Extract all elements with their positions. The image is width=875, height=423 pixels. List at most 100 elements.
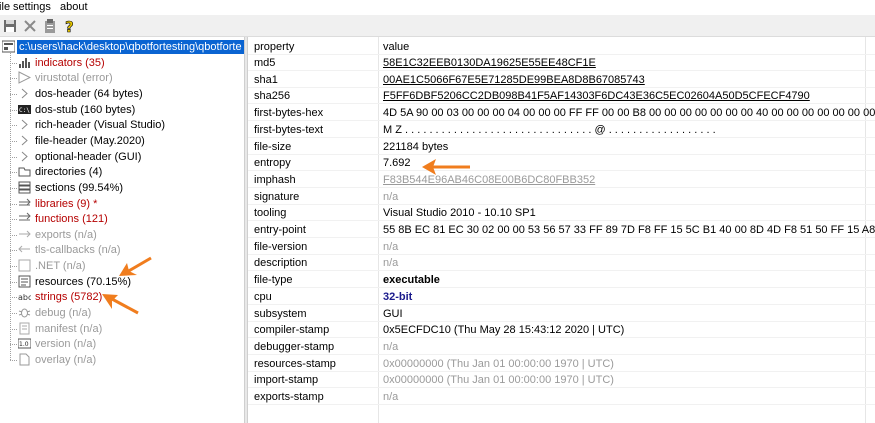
table-row[interactable]: entropy 7.692 <box>248 155 875 172</box>
table-row[interactable]: description n/a <box>248 255 875 272</box>
menu-bar: file settings about <box>0 0 875 15</box>
column-header-value[interactable]: value <box>383 41 409 53</box>
property-value: 4D 5A 90 00 03 00 00 00 04 00 00 00 FF F… <box>383 107 875 120</box>
table-row[interactable]: subsystem GUI <box>248 306 875 322</box>
property-value: F5FF6DBF5206CC2DB098B41F5AF14303F6DC43E3… <box>383 90 810 103</box>
property-value: n/a <box>383 391 399 403</box>
console-icon: C:\ <box>18 103 31 116</box>
column-header-property[interactable]: property <box>254 41 294 53</box>
property-value: n/a <box>383 240 399 253</box>
tree-item-label: c:\users\hack\desktop\qbotfortesting\qbo… <box>17 40 244 54</box>
table-row[interactable]: file-version n/a <box>248 239 875 255</box>
property-name: import-stamp <box>254 374 319 387</box>
tree-panel: c:\users\hack\desktop\qbotfortesting\qbo… <box>0 37 244 423</box>
property-value: 221184 bytes <box>383 140 449 153</box>
table-row[interactable]: compiler-stamp 0x5ECFDC10 (Thu May 28 15:… <box>248 322 875 339</box>
tree-item-label: functions (121) <box>35 213 108 226</box>
svg-text:C:\: C:\ <box>19 107 30 114</box>
tree-item-label: sections (99.54%) <box>35 181 124 194</box>
property-name: first-bytes-hex <box>254 107 324 120</box>
tree-item-label: dos-header (64 bytes) <box>35 87 143 100</box>
table-row[interactable]: import-stamp 0x00000000 (Thu Jan 01 00:00… <box>248 372 875 389</box>
menu-settings[interactable]: settings <box>13 1 51 13</box>
library-icon <box>18 197 31 210</box>
property-name: resources-stamp <box>254 357 336 370</box>
property-value: Visual Studio 2010 - 10.10 SP1 <box>383 207 536 220</box>
property-name: imphash <box>254 173 296 186</box>
table-row[interactable]: resources-stamp 0x00000000 (Thu Jan 01 00… <box>248 356 875 372</box>
table-row[interactable]: md5 58E1C32EEB0130DA19625E55EE48CF1E <box>248 55 875 71</box>
property-value: 0x5ECFDC10 (Thu May 28 15:43:12 2020 | U… <box>383 324 625 337</box>
export-icon <box>18 228 31 241</box>
property-name: entropy <box>254 157 291 170</box>
function-icon <box>18 212 31 225</box>
tree-item-label: strings (5782) <box>35 291 103 304</box>
property-name: cpu <box>254 290 272 303</box>
debug-icon <box>18 306 31 319</box>
arrow-icon <box>18 87 31 100</box>
property-value: GUI <box>383 307 403 320</box>
arrow-icon <box>18 134 31 147</box>
tree-item-label: indicators (35) <box>35 56 105 69</box>
table-row[interactable]: entry-point 55 8B EC 81 EC 30 02 00 00 53… <box>248 222 875 238</box>
tree-item-label: dos-stub (160 bytes) <box>35 103 136 116</box>
property-name: signature <box>254 190 300 203</box>
table-row[interactable]: debugger-stamp n/a <box>248 339 875 355</box>
property-name: subsystem <box>254 307 307 320</box>
table-row[interactable]: first-bytes-hex 4D 5A 90 00 03 00 00 00 0… <box>248 105 875 122</box>
table-row[interactable]: file-size 221184 bytes <box>248 139 875 155</box>
table-row[interactable]: cpu 32-bit <box>248 289 875 305</box>
property-value: executable <box>383 274 440 287</box>
toolbar: ? <box>0 15 875 37</box>
property-name: md5 <box>254 57 276 69</box>
tree-item-label: libraries (9) * <box>35 197 98 210</box>
manifest-icon <box>18 322 31 335</box>
annotation-arrow-resources <box>119 256 152 276</box>
property-value: n/a <box>383 257 399 270</box>
dotnet-icon <box>18 259 31 272</box>
annotation-arrow-entropy <box>422 159 470 175</box>
table-row[interactable]: exports-stamp n/a <box>248 389 875 405</box>
tree-item-label: version (n/a) <box>35 338 97 351</box>
table-row[interactable]: sha256 F5FF6DBF5206CC2DB098B41F5AF14303F6… <box>248 88 875 105</box>
menu-about[interactable]: about <box>60 1 88 13</box>
menu-file[interactable]: file <box>0 1 10 13</box>
property-value: 55 8B EC 81 EC 30 02 00 00 53 56 57 33 F… <box>383 224 875 236</box>
property-name: file-version <box>254 240 308 253</box>
help-icon[interactable]: ? <box>62 18 78 37</box>
table-header: property value <box>248 39 875 55</box>
sections-icon <box>18 181 31 194</box>
executable-icon <box>1 40 16 53</box>
close-icon[interactable] <box>22 18 38 34</box>
property-name: first-bytes-text <box>254 123 324 136</box>
property-name: tooling <box>254 207 287 220</box>
table-row[interactable]: signature n/a <box>248 189 875 205</box>
tree-item-label: optional-header (GUI) <box>35 150 142 163</box>
property-name: file-size <box>254 140 292 153</box>
clipboard-icon[interactable] <box>42 18 58 34</box>
table-row[interactable]: sha1 00AE1C5066F67E5E71285DE99BEA8D8B6708… <box>248 72 875 88</box>
table-row[interactable]: tooling Visual Studio 2010 - 10.10 SP1 <box>248 205 875 222</box>
property-table: property value md5 58E1C32EEB0130DA19625E… <box>248 37 875 423</box>
table-row[interactable]: file-type executable <box>248 272 875 289</box>
property-name: sha1 <box>254 73 278 86</box>
property-value: n/a <box>383 190 399 203</box>
version-icon: 1.0 <box>17 337 32 350</box>
tree-item-label: exports (n/a) <box>35 228 97 241</box>
property-value: 0x00000000 (Thu Jan 01 00:00:00 1970 | U… <box>383 374 614 387</box>
property-value: F83B544E96AB46C08E00B6DC80FBB352 <box>383 173 596 186</box>
property-name: description <box>254 257 308 270</box>
save-icon[interactable] <box>2 18 18 34</box>
property-value: 7.692 <box>383 157 411 170</box>
table-row[interactable]: first-bytes-text M Z . . . . . . . . . . … <box>248 122 875 138</box>
svg-text:abc: abc <box>18 293 31 302</box>
strings-icon: abc <box>18 290 32 303</box>
virustotal-icon <box>18 71 32 85</box>
tree-item-label: virustotal (error) <box>35 72 113 85</box>
table-row[interactable]: imphash F83B544E96AB46C08E00B6DC80FBB352 <box>248 172 875 188</box>
property-name: entry-point <box>254 224 306 236</box>
svg-text:?: ? <box>65 18 74 34</box>
annotation-arrow-strings <box>102 294 139 315</box>
tree-item-label: debug (n/a) <box>35 307 92 320</box>
tree-item-label: .NET (n/a) <box>35 260 86 273</box>
